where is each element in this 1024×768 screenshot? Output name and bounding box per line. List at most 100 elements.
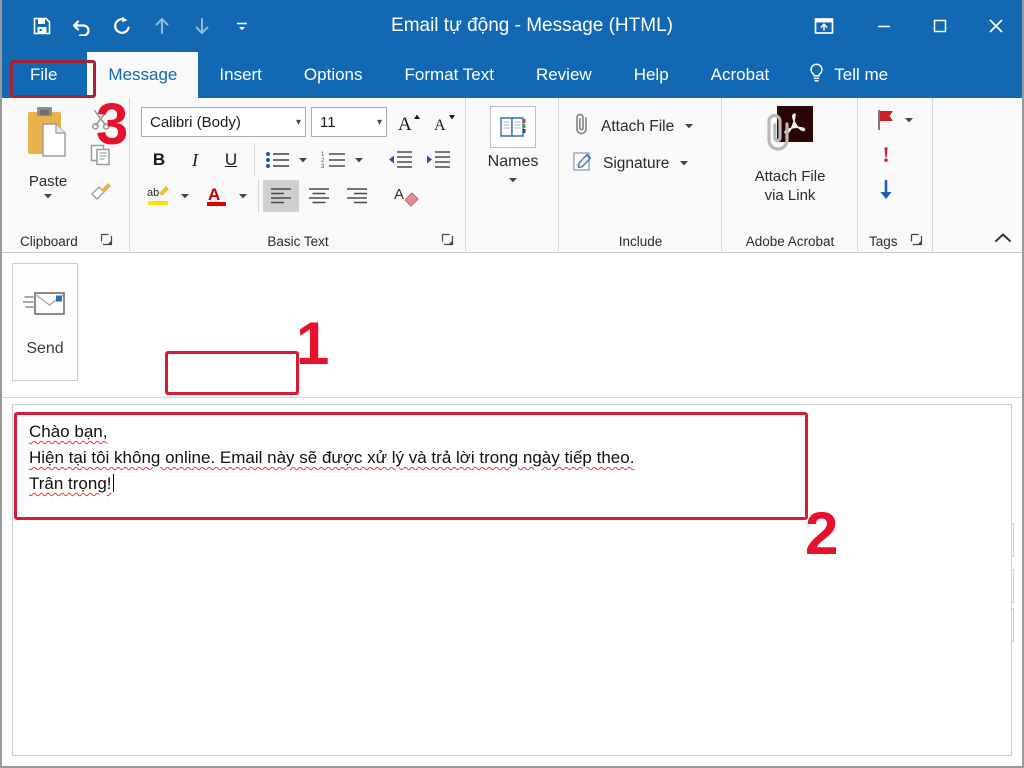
underline-button[interactable]: U [215, 145, 247, 175]
text-cursor [112, 474, 115, 492]
chevron-down-icon[interactable] [678, 155, 690, 173]
paste-button[interactable]: Paste [16, 104, 80, 214]
tab-options[interactable]: Options [283, 52, 384, 98]
highlight-color-button[interactable]: ab [143, 181, 175, 211]
window-controls [792, 0, 1024, 52]
high-importance-button[interactable]: ! [871, 140, 901, 170]
ribbon-group-adobe-acrobat: Attach File via Link Adobe Acrobat [723, 98, 858, 253]
adobe-group-label: Adobe Acrobat [745, 234, 835, 249]
clear-formatting-button[interactable]: A [389, 180, 425, 212]
tab-insert[interactable]: Insert [198, 52, 283, 98]
tags-dialog-launcher-icon[interactable] [910, 233, 924, 247]
names-button[interactable]: Names [481, 106, 545, 214]
ribbon-group-include: Attach File Signature Include [560, 98, 722, 253]
underline-label: U [224, 150, 238, 169]
copy-icon [89, 143, 113, 172]
body-text-2: Hiện tại tôi không online. Email này sẽ … [29, 448, 635, 467]
paste-label: Paste [28, 173, 68, 190]
italic-button[interactable]: I [179, 145, 211, 175]
tell-me-search[interactable]: Tell me [790, 52, 900, 98]
basic-text-dialog-launcher-icon[interactable] [441, 233, 455, 247]
font-size-combobox[interactable]: 11 ▾ [311, 107, 387, 137]
title-bar: Email tự động - Message (HTML) [0, 0, 1024, 52]
outlook-compose-window: Email tự động - Message (HTML) File Mess… [0, 0, 1024, 768]
tab-review[interactable]: Review [515, 52, 613, 98]
paste-dropdown-icon[interactable] [41, 189, 55, 207]
cut-button[interactable] [86, 106, 116, 136]
chevron-down-icon: ▾ [295, 116, 301, 128]
maximize-icon[interactable] [912, 0, 968, 52]
customize-qat-icon[interactable] [222, 9, 262, 43]
attach-file-via-link-button[interactable]: Attach File via Link [731, 104, 849, 216]
divider [258, 179, 259, 213]
adobe-label-line1: Attach File [754, 168, 826, 185]
bullets-dropdown-icon[interactable] [295, 145, 311, 175]
ribbon-group-tags: ! Tags [859, 98, 933, 253]
font-name-value: Calibri (Body) [150, 113, 241, 131]
format-painter-icon [89, 180, 113, 207]
chevron-down-icon: ▾ [376, 116, 382, 128]
svg-text:A: A [434, 117, 446, 133]
message-header: Send To... Cc... Subject Email tự động [0, 253, 1024, 642]
ribbon-tab-bar: File Message Insert Options Format Text … [0, 52, 1024, 98]
numbering-button[interactable]: 1 2 3 [317, 145, 351, 175]
scissors-icon [90, 108, 112, 135]
copy-button[interactable] [86, 142, 116, 172]
redo-icon[interactable] [102, 9, 142, 43]
bold-button[interactable]: B [143, 145, 175, 175]
chevron-down-icon[interactable] [683, 118, 695, 136]
clipboard-dialog-launcher-icon[interactable] [100, 233, 114, 247]
move-down-icon[interactable] [182, 9, 222, 43]
highlight-dropdown-icon[interactable] [177, 181, 193, 211]
align-left-button[interactable] [263, 180, 299, 212]
tab-message[interactable]: Message [87, 52, 199, 98]
svg-text:ab: ab [147, 187, 159, 199]
tab-format-text[interactable]: Format Text [384, 52, 515, 98]
format-painter-button[interactable] [86, 178, 116, 208]
ribbon-display-options-icon[interactable] [792, 0, 856, 52]
save-icon[interactable] [22, 9, 62, 43]
tab-help[interactable]: Help [613, 52, 690, 98]
bullets-button[interactable] [261, 145, 295, 175]
ribbon-group-names: Names Names [467, 98, 559, 253]
decrease-indent-button[interactable] [383, 145, 417, 175]
send-label: Send [26, 339, 64, 357]
align-right-button[interactable] [339, 180, 375, 212]
shrink-font-button[interactable]: A [429, 107, 461, 137]
font-color-button[interactable]: A [201, 181, 233, 211]
attach-file-button[interactable]: Attach File [572, 112, 695, 141]
names-label: Names [487, 153, 539, 170]
italic-label: I [192, 149, 198, 170]
increase-indent-button[interactable] [421, 145, 455, 175]
message-body[interactable]: Chào bạn, Hiện tại tôi không online. Ema… [12, 404, 1012, 756]
svg-text:A: A [208, 185, 220, 204]
low-importance-button[interactable] [871, 176, 901, 206]
signature-button[interactable]: Signature [572, 150, 690, 177]
undo-icon[interactable] [62, 9, 102, 43]
follow-up-dropdown-icon[interactable] [901, 106, 917, 134]
body-text-3: Trân trọng! [29, 474, 112, 493]
body-line-3: Trân trọng! [29, 471, 995, 497]
svg-text:3: 3 [321, 164, 325, 170]
basic-text-group-label: Basic Text [267, 234, 329, 249]
minimize-icon[interactable] [856, 0, 912, 52]
send-envelope-icon [22, 287, 67, 326]
ribbon: Paste Clipboard Calibri (Body) ▾ 11 ▾ A … [0, 98, 1024, 253]
align-center-button[interactable] [301, 180, 337, 212]
collapse-ribbon-button[interactable] [992, 228, 1014, 248]
svg-text:A: A [394, 186, 404, 203]
move-up-icon[interactable] [142, 9, 182, 43]
follow-up-button[interactable] [871, 106, 901, 134]
close-icon[interactable] [968, 0, 1024, 52]
tab-acrobat[interactable]: Acrobat [690, 52, 791, 98]
tab-file[interactable]: File [0, 52, 87, 98]
font-color-dropdown-icon[interactable] [235, 181, 251, 211]
signature-icon [572, 150, 594, 177]
numbering-dropdown-icon[interactable] [351, 145, 367, 175]
quick-access-toolbar [22, 9, 262, 43]
names-dropdown-icon[interactable] [506, 173, 520, 191]
send-button[interactable]: Send [12, 263, 78, 381]
grow-font-button[interactable]: A [393, 107, 425, 137]
body-text-1: Chào bạn, [29, 422, 108, 441]
font-name-combobox[interactable]: Calibri (Body) ▾ [141, 107, 306, 137]
